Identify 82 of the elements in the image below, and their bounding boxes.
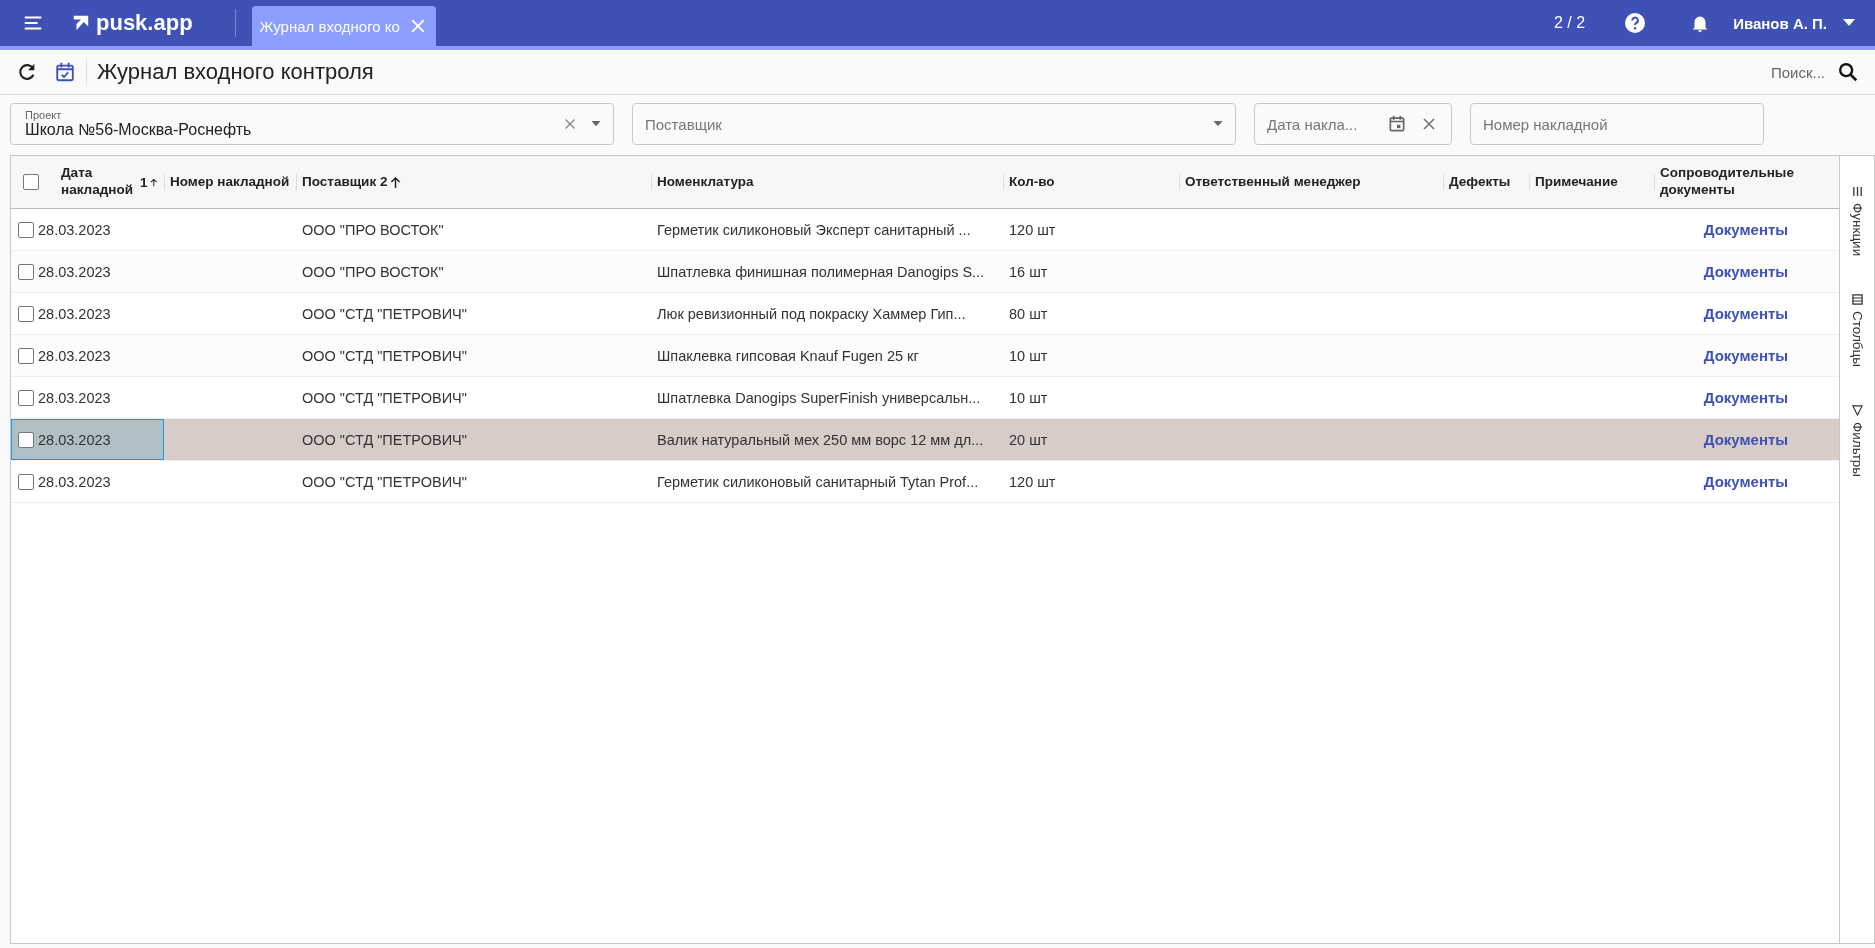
documents-link[interactable]: Документы: [1703, 431, 1789, 448]
table-cell: Валик натуральный мех 250 мм ворс 12 мм дл...: [657, 431, 984, 448]
documents-link[interactable]: Документы: [1703, 305, 1789, 322]
table-cell: ООО "СТД "ПЕТРОВИЧ": [302, 347, 467, 364]
row-checkbox[interactable]: [18, 263, 34, 280]
row-checkbox[interactable]: [18, 305, 34, 322]
columns-icon: [1851, 294, 1863, 306]
filter-icon: [1851, 405, 1863, 417]
field-value: Школа №56-Москва-Роснефть: [25, 121, 253, 139]
table-cell: 28.03.2023: [38, 305, 111, 322]
supplier-select[interactable]: Поставщик: [632, 103, 1236, 145]
column-header[interactable]: Сопроводительные документы: [1660, 165, 1832, 199]
table-cell: 10 шт: [1009, 347, 1048, 364]
table-cell: ООО "СТД "ПЕТРОВИЧ": [302, 473, 467, 490]
table-cell: 20 шт: [1009, 431, 1048, 448]
side-panel-tab[interactable]: Фильтры: [1849, 405, 1865, 478]
help-icon[interactable]: [1623, 11, 1648, 35]
table-cell: 28.03.2023: [38, 221, 111, 238]
select-all-checkbox[interactable]: [23, 174, 39, 190]
caret-icon[interactable]: [1843, 19, 1855, 27]
table-cell: 28.03.2023: [38, 473, 111, 490]
table-cell: Люк ревизионный под покраску Хаммер Гип...: [657, 305, 966, 322]
table-cell: Шпатлевка финишная полимерная Danogips S...: [657, 263, 985, 280]
search-field[interactable]: Поиск...: [1770, 63, 1825, 81]
table-row[interactable]: 28.03.2023 ООО "СТД "ПЕТРОВИЧ" Герметик силиконовый санитарный Tytan Prof... 120 шт Документы: [11, 461, 1839, 503]
table-cell: 28.03.2023: [38, 389, 111, 406]
row-checkbox[interactable]: [18, 473, 34, 490]
table-cell: ООО "СТД "ПЕТРОВИЧ": [302, 389, 467, 406]
caret-icon[interactable]: [1213, 121, 1223, 127]
search-icon[interactable]: [1837, 61, 1859, 83]
table-cell: ООО "ПРО ВОСТОК": [302, 221, 444, 238]
user-name[interactable]: Иванов А. П.: [1733, 14, 1827, 32]
side-panel-tab[interactable]: Функции: [1849, 186, 1865, 257]
table-cell: 28.03.2023: [38, 263, 111, 280]
caret-icon[interactable]: [591, 121, 601, 127]
field-label: Проект: [25, 109, 63, 121]
invoice-number-field[interactable]: Номер накладной: [1470, 103, 1764, 145]
documents-link[interactable]: Документы: [1703, 473, 1789, 490]
table-cell: Герметик силиконовый Эксперт санитарный ...: [657, 221, 971, 238]
calendar-icon[interactable]: [1387, 114, 1407, 134]
column-header[interactable]: Дата накладной: [61, 165, 133, 199]
sort-up-arrow-icon[interactable]: [390, 175, 402, 189]
column-header[interactable]: Кол-во: [1009, 173, 1055, 191]
table-cell: 120 шт: [1009, 473, 1056, 490]
column-header[interactable]: Поставщик 2: [302, 173, 388, 191]
row-checkbox[interactable]: [18, 347, 34, 364]
table-cell: 80 шт: [1009, 305, 1048, 322]
documents-link[interactable]: Документы: [1703, 263, 1789, 280]
column-header[interactable]: Номер накладной: [170, 173, 290, 191]
row-checkbox[interactable]: [18, 431, 34, 448]
page-title: Журнал входного контроля: [97, 59, 374, 85]
row-checkbox[interactable]: [18, 389, 34, 406]
logo-text: pusk.app: [96, 10, 193, 36]
column-header[interactable]: Номенклатура: [657, 173, 754, 191]
table-cell: 16 шт: [1009, 263, 1048, 280]
documents-link[interactable]: Документы: [1703, 347, 1789, 364]
page-counter: 2 / 2: [1554, 14, 1586, 32]
menu-icon: [1851, 186, 1863, 197]
documents-link[interactable]: Документы: [1703, 221, 1789, 238]
table-cell: Герметик силиконовый санитарный Tytan Prof...: [657, 473, 979, 490]
calendar-check-icon[interactable]: [54, 61, 76, 83]
table-cell: 28.03.2023: [38, 347, 111, 364]
table-cell: 120 шт: [1009, 221, 1056, 238]
table-cell: ООО "СТД "ПЕТРОВИЧ": [302, 305, 467, 322]
table-cell: Шпаклевка гипсовая Knauf Fugen 25 кг: [657, 347, 919, 364]
column-header[interactable]: Примечание: [1535, 173, 1618, 191]
column-header[interactable]: Ответственный менеджер: [1185, 173, 1361, 191]
table-row[interactable]: 28.03.2023 ООО "СТД "ПЕТРОВИЧ" Валик натуральный мех 250 мм ворс 12 мм дл... 20 шт Документы: [11, 419, 1839, 461]
table-cell: ООО "ПРО ВОСТОК": [302, 263, 444, 280]
logo-arrow-icon: [72, 14, 90, 32]
table-cell: ООО "СТД "ПЕТРОВИЧ": [302, 431, 467, 448]
table-cell: 10 шт: [1009, 389, 1048, 406]
row-checkbox[interactable]: [18, 221, 34, 238]
table-cell: Шпатлевка Danogips SuperFinish универсальн...: [657, 389, 981, 406]
date-field[interactable]: Дата накла...: [1254, 103, 1452, 145]
sort-order: 1: [139, 174, 148, 190]
project-select[interactable]: Проект Школа №56-Москва-Роснефть: [10, 103, 614, 145]
tab-label: Журнал входного ко: [259, 17, 401, 35]
documents-link[interactable]: Документы: [1703, 389, 1789, 406]
column-header[interactable]: Дефекты: [1449, 173, 1511, 191]
table-cell: 28.03.2023: [38, 431, 111, 448]
side-panel-tab[interactable]: Столбцы: [1849, 294, 1865, 368]
